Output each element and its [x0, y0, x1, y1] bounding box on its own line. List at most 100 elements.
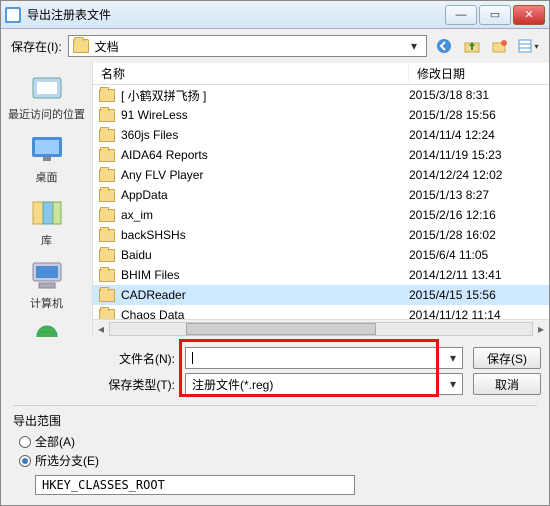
- save-in-label: 保存在(I):: [11, 38, 62, 55]
- scroll-thumb[interactable]: [186, 323, 376, 335]
- folder-icon: [99, 169, 115, 182]
- filename-label: 文件名(N):: [101, 350, 175, 367]
- file-name: AppData: [121, 188, 409, 202]
- file-name: 360js Files: [121, 128, 409, 142]
- file-date: 2015/2/16 12:16: [409, 208, 549, 222]
- file-row[interactable]: Baidu2015/6/4 11:05: [93, 245, 549, 265]
- recent-places-icon: [27, 69, 67, 103]
- file-name: Chaos Data: [121, 308, 409, 319]
- branch-input[interactable]: [35, 475, 355, 495]
- filename-input[interactable]: ▾: [185, 347, 463, 369]
- file-row[interactable]: backSHSHs2015/1/28 16:02: [93, 225, 549, 245]
- filetype-combo[interactable]: 注册文件(*.reg) ▾: [185, 373, 463, 395]
- file-date: 2015/3/18 8:31: [409, 88, 549, 102]
- horizontal-scrollbar[interactable]: ◂ ▸: [93, 319, 549, 337]
- file-name: BHIM Files: [121, 268, 409, 282]
- sidebar-item-label: 库: [1, 232, 92, 248]
- up-button[interactable]: [461, 36, 483, 56]
- scroll-left-icon[interactable]: ◂: [93, 322, 109, 336]
- file-date: 2015/1/28 15:56: [409, 108, 549, 122]
- radio-branch-label: 所选分支(E): [35, 452, 99, 469]
- file-date: 2015/1/13 8:27: [409, 188, 549, 202]
- file-row[interactable]: Any FLV Player2014/12/24 12:02: [93, 165, 549, 185]
- minimize-button[interactable]: —: [445, 5, 477, 25]
- back-icon: [436, 38, 452, 54]
- export-range-header: 导出范围: [13, 412, 537, 429]
- file-date: 2014/12/24 12:02: [409, 168, 549, 182]
- file-row[interactable]: [ 小鹤双拼飞扬 ]2015/3/18 8:31: [93, 85, 549, 105]
- views-icon: [517, 38, 533, 54]
- save-dialog-window: 导出注册表文件 — ▭ ✕ 保存在(I): 文档 ▾ ▾: [0, 0, 550, 506]
- file-name: [ 小鹤双拼飞扬 ]: [121, 87, 409, 104]
- folder-icon: [73, 39, 89, 53]
- file-row[interactable]: Chaos Data2014/11/12 11:14: [93, 305, 549, 319]
- folder-icon: [99, 289, 115, 302]
- libraries-icon: [27, 195, 67, 229]
- radio-all-label: 全部(A): [35, 433, 75, 450]
- file-name: Baidu: [121, 248, 409, 262]
- file-row[interactable]: ax_im2015/2/16 12:16: [93, 205, 549, 225]
- file-name: 91 WireLess: [121, 108, 409, 122]
- save-in-row: 保存在(I): 文档 ▾ ▾: [1, 29, 549, 63]
- file-name: ax_im: [121, 208, 409, 222]
- file-date: 2015/6/4 11:05: [409, 248, 549, 262]
- back-button[interactable]: [433, 36, 455, 56]
- radio-branch[interactable]: 所选分支(E): [19, 452, 537, 469]
- computer-icon: [27, 258, 67, 292]
- folder-icon: [99, 269, 115, 282]
- new-folder-button[interactable]: [489, 36, 511, 56]
- file-name: CADReader: [121, 288, 409, 302]
- file-row[interactable]: 91 WireLess2015/1/28 15:56: [93, 105, 549, 125]
- filetype-value: 注册文件(*.reg): [192, 376, 273, 393]
- column-date[interactable]: 修改日期: [409, 65, 549, 82]
- file-name: backSHSHs: [121, 228, 409, 242]
- chevron-down-icon: ▾: [450, 377, 456, 391]
- file-row[interactable]: CADReader2015/4/15 15:56: [93, 285, 549, 305]
- chevron-down-icon: ▾: [406, 39, 422, 53]
- window-title: 导出注册表文件: [27, 6, 443, 23]
- folder-icon: [99, 209, 115, 222]
- file-date: 2015/1/28 16:02: [409, 228, 549, 242]
- file-date: 2014/11/19 15:23: [409, 148, 549, 162]
- folder-icon: [99, 89, 115, 102]
- save-in-value: 文档: [95, 38, 119, 55]
- file-row[interactable]: BHIM Files2014/12/11 13:41: [93, 265, 549, 285]
- sidebar-item-recent[interactable]: 最近访问的位置: [1, 69, 92, 122]
- folder-icon: [99, 309, 115, 320]
- folder-icon: [99, 129, 115, 142]
- sidebar-item-libraries[interactable]: 库: [1, 195, 92, 248]
- file-date: 2014/12/11 13:41: [409, 268, 549, 282]
- titlebar[interactable]: 导出注册表文件 — ▭ ✕: [1, 1, 549, 29]
- radio-all[interactable]: 全部(A): [19, 433, 537, 450]
- sidebar-item-desktop[interactable]: 桌面: [1, 132, 92, 185]
- save-button[interactable]: 保存(S): [473, 347, 541, 369]
- folder-icon: [99, 189, 115, 202]
- file-row[interactable]: 360js Files2014/11/4 12:24: [93, 125, 549, 145]
- file-date: 2014/11/12 11:14: [409, 308, 549, 319]
- column-headers[interactable]: 名称 修改日期: [93, 63, 549, 85]
- scroll-track[interactable]: [109, 322, 533, 336]
- file-row[interactable]: AppData2015/1/13 8:27: [93, 185, 549, 205]
- sidebar-item-computer[interactable]: 计算机: [1, 258, 92, 311]
- new-folder-icon: [492, 38, 508, 54]
- desktop-icon: [27, 132, 67, 166]
- sidebar-item-label: 桌面: [1, 169, 92, 185]
- close-button[interactable]: ✕: [513, 5, 545, 25]
- save-in-combo[interactable]: 文档 ▾: [68, 35, 427, 57]
- folder-icon: [99, 249, 115, 262]
- chevron-down-icon: ▾: [450, 351, 456, 365]
- sidebar-item-label: 计算机: [1, 295, 92, 311]
- sidebar-item-label: 最近访问的位置: [1, 106, 92, 122]
- column-name[interactable]: 名称: [93, 65, 409, 82]
- places-sidebar: 最近访问的位置 桌面 库 计算机 网络: [1, 63, 93, 337]
- file-list[interactable]: [ 小鹤双拼飞扬 ]2015/3/18 8:3191 WireLess2015/…: [93, 85, 549, 319]
- cancel-button[interactable]: 取消: [473, 373, 541, 395]
- filetype-label: 保存类型(T):: [101, 376, 175, 393]
- export-range-group: 导出范围 全部(A) 所选分支(E): [1, 406, 549, 505]
- views-button[interactable]: ▾: [517, 36, 539, 56]
- scroll-right-icon[interactable]: ▸: [533, 322, 549, 336]
- save-fields: 文件名(N): ▾ 保存(S) 保存类型(T): 注册文件(*.reg) ▾ 取…: [1, 337, 549, 405]
- maximize-button[interactable]: ▭: [479, 5, 511, 25]
- file-row[interactable]: AIDA64 Reports2014/11/19 15:23: [93, 145, 549, 165]
- content-area: 最近访问的位置 桌面 库 计算机 网络 名称 修改日期: [1, 63, 549, 337]
